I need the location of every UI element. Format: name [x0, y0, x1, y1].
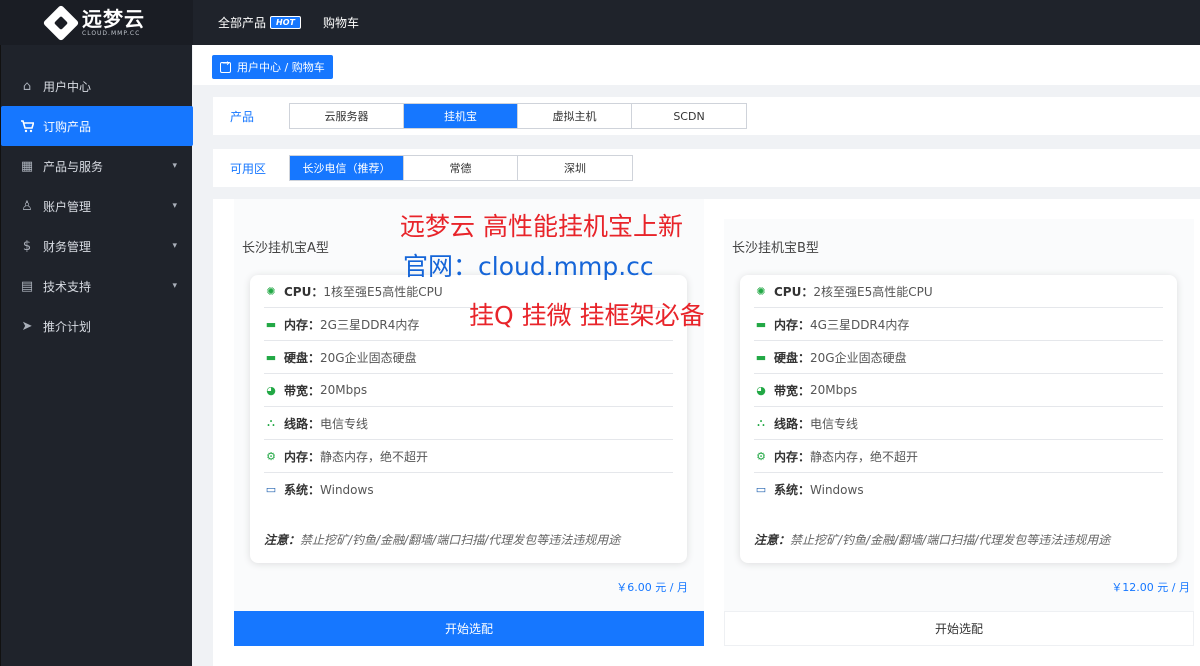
product-list: 长沙挂机宝A型 ✺ CPU： 1核至强E5高性能CPU ▬ 内存： 2G三星DDR4内存… — [213, 199, 1200, 666]
spec-static-memory: ⚙ 内存： 静态内存，绝不超开 — [754, 440, 1163, 473]
sidebar-item-support[interactable]: ▤ 技术支持 ▾ — [1, 266, 193, 306]
chevron-down-icon: ▾ — [172, 201, 177, 211]
price-label: ￥6.00 元 / 月 — [616, 581, 688, 594]
price-label: ￥12.00 元 / 月 — [1111, 581, 1190, 594]
zone-option-changde[interactable]: 常德 — [404, 156, 518, 180]
sidebar-item-account[interactable]: ♙ 账户管理 ▾ — [1, 186, 193, 226]
card-title: 长沙挂机宝A型 — [242, 241, 329, 256]
product-option-virtual-host[interactable]: 虚拟主机 — [518, 104, 632, 128]
promo-line-2: 官网：cloud.mmp.cc — [403, 252, 654, 281]
hot-badge: HOT — [270, 16, 301, 29]
promo-line-3: 挂Q 挂微 挂框架必备 — [469, 301, 705, 330]
spec-note: 注意：禁止挖矿/钓鱼/金融/翻墙/端口扫描/代理发包等违法违规用途 — [264, 533, 621, 547]
promo-line-1: 远梦云 高性能挂机宝上新 — [400, 212, 683, 241]
brand-subtitle: CLOUD.MMP.CC — [82, 29, 141, 37]
spec-disk: ▬ 硬盘： 20G企业固态硬盘 — [264, 341, 673, 374]
cpu-icon: ✺ — [756, 284, 766, 298]
grid-icon: ▦ — [20, 158, 34, 174]
sidebar-item-products-services[interactable]: ▦ 产品与服务 ▾ — [1, 146, 193, 186]
spec-cpu: ✺ CPU： 2核至强E5高性能CPU — [754, 275, 1163, 308]
brand-logo[interactable]: 远梦云 CLOUD.MMP.CC — [0, 0, 193, 45]
configure-button[interactable]: 开始选配 — [724, 611, 1194, 646]
product-option-cloud-server[interactable]: 云服务器 — [290, 104, 404, 128]
spec-route: ⛬ 线路： 电信专线 — [264, 407, 673, 440]
laptop-icon: ▭ — [265, 483, 277, 496]
network-icon: ⛬ — [757, 416, 765, 429]
memory-icon: ▬ — [265, 317, 277, 331]
spec-static-memory: ⚙ 内存： 静态内存，绝不超开 — [264, 440, 673, 473]
laptop-icon: ▭ — [755, 483, 767, 496]
chevron-down-icon: ▾ — [172, 241, 177, 251]
spec-note: 注意：禁止挖矿/钓鱼/金融/翻墙/端口扫描/代理发包等违法违规用途 — [754, 533, 1111, 547]
chevron-down-icon: ▾ — [172, 161, 177, 171]
configure-button[interactable]: 开始选配 — [234, 611, 704, 646]
sidebar-item-order-products[interactable]: 订购产品 — [1, 106, 193, 146]
hdd-icon: ▬ — [755, 350, 767, 364]
nav-all-products[interactable]: 全部产品 HOT — [218, 14, 301, 31]
breadcrumb[interactable]: 用户中心 / 购物车 — [212, 55, 333, 79]
cpu-icon: ✺ — [266, 284, 276, 298]
spec-box: ✺ CPU： 2核至强E5高性能CPU ▬ 内存： 4G三星DDR4内存 ▬ 硬盘： 20G… — [740, 275, 1177, 563]
spec-bandwidth: ◕ 带宽： 20Mbps — [754, 374, 1163, 407]
memory-icon: ▬ — [755, 317, 767, 331]
ticket-icon: ▤ — [20, 278, 34, 294]
product-filter: 产品 云服务器 挂机宝 虚拟主机 SCDN — [213, 97, 1200, 135]
zone-filter-label: 可用区 — [230, 161, 267, 176]
top-header: 远梦云 CLOUD.MMP.CC 全部产品 HOT 购物车 — [0, 0, 1200, 45]
product-filter-label: 产品 — [230, 109, 255, 124]
gears-icon: ⚙ — [756, 449, 766, 463]
zone-segmented: 长沙电信（推荐） 常德 深圳 — [289, 155, 633, 181]
spec-os: ▭ 系统： Windows — [265, 482, 374, 498]
send-icon: ➤ — [21, 318, 33, 334]
network-icon: ⛬ — [267, 416, 275, 429]
spec-os: ▭ 系统： Windows — [755, 482, 864, 498]
home-icon: ⌂ — [22, 78, 32, 94]
spec-route: ⛬ 线路： 电信专线 — [754, 407, 1163, 440]
dollar-icon: $ — [22, 238, 32, 254]
gears-icon: ⚙ — [266, 449, 276, 463]
product-card-b: 长沙挂机宝B型 ✺ CPU： 2核至强E5高性能CPU ▬ 内存： 4G三星DDR4内存… — [724, 219, 1194, 646]
product-option-hosting-box[interactable]: 挂机宝 — [404, 104, 518, 128]
user-icon: ♙ — [21, 198, 33, 214]
hdd-icon: ▬ — [265, 350, 277, 364]
gauge-icon: ◕ — [266, 383, 276, 397]
cart-icon — [19, 119, 35, 133]
zone-option-changsha[interactable]: 长沙电信（推荐） — [290, 156, 404, 180]
chevron-down-icon: ▾ — [172, 281, 177, 291]
spec-bandwidth: ◕ 带宽： 20Mbps — [264, 374, 673, 407]
top-nav: 全部产品 HOT 购物车 — [218, 0, 381, 45]
zone-filter: 可用区 长沙电信（推荐） 常德 深圳 — [213, 149, 1200, 187]
brand-name: 远梦云 — [82, 6, 145, 31]
sidebar-item-referral[interactable]: ➤ 推介计划 — [1, 306, 193, 346]
nav-cart[interactable]: 购物车 — [323, 14, 359, 31]
card-title: 长沙挂机宝B型 — [732, 241, 819, 256]
sidebar-item-user-center[interactable]: ⌂ 用户中心 — [1, 66, 193, 106]
login-icon — [220, 59, 231, 73]
product-segmented: 云服务器 挂机宝 虚拟主机 SCDN — [289, 103, 747, 129]
spec-disk: ▬ 硬盘： 20G企业固态硬盘 — [754, 341, 1163, 374]
logo-icon — [42, 4, 80, 41]
gauge-icon: ◕ — [756, 383, 766, 397]
spec-memory: ▬ 内存： 4G三星DDR4内存 — [754, 308, 1163, 341]
sidebar: ⌂ 用户中心 订购产品 ▦ 产品与服务 ▾ ♙ 账户管理 ▾ $ 财务管理 ▾ … — [0, 45, 193, 666]
sidebar-item-finance[interactable]: $ 财务管理 ▾ — [1, 226, 193, 266]
zone-option-shenzhen[interactable]: 深圳 — [518, 156, 632, 180]
breadcrumb-bar: 用户中心 / 购物车 — [193, 45, 1200, 85]
product-option-scdn[interactable]: SCDN — [632, 104, 746, 128]
